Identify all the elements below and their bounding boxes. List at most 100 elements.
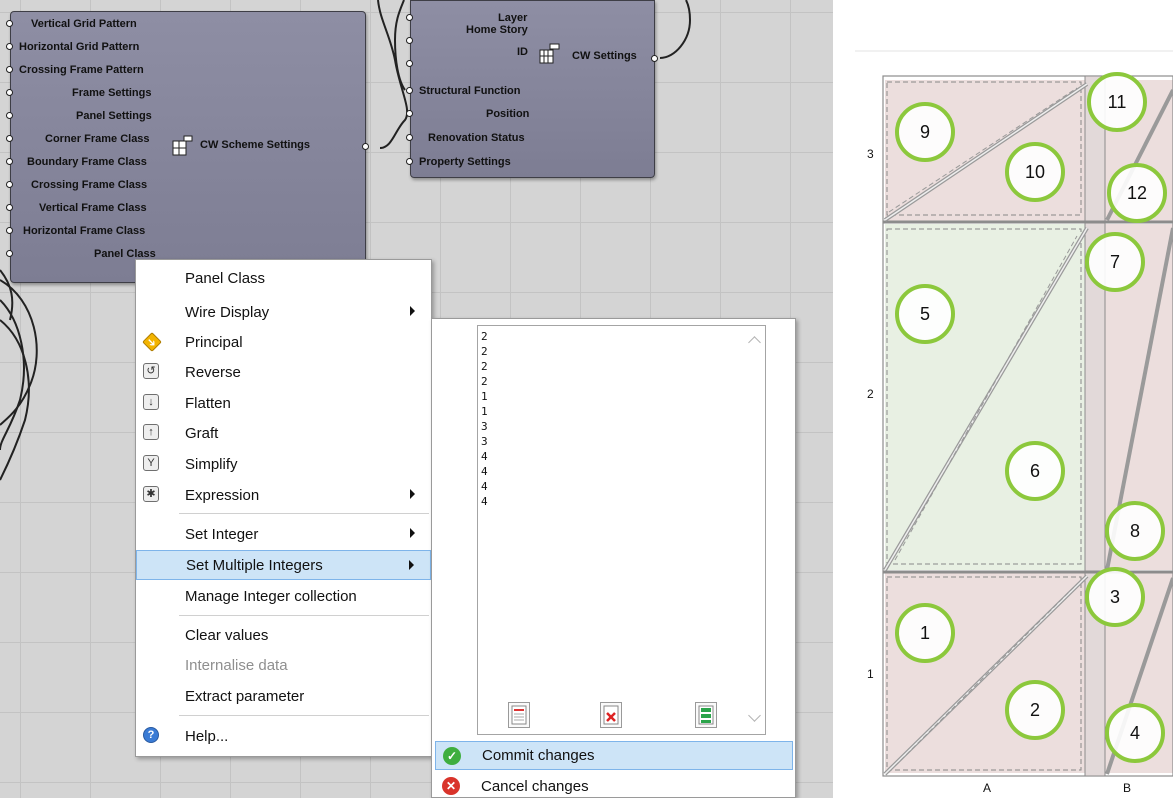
panel-marker-7: 7 xyxy=(1085,232,1145,292)
integer-value[interactable]: 3 xyxy=(481,419,488,434)
expression-icon: ✱ xyxy=(143,486,159,502)
panel-layout-diagram: 9 10 11 12 7 5 6 8 3 1 2 4 3 2 1 A B xyxy=(855,0,1173,798)
submenu-arrow-icon xyxy=(410,528,415,538)
input-port[interactable] xyxy=(6,135,13,142)
panel-marker-2: 2 xyxy=(1005,680,1065,740)
cancel-changes-button[interactable]: ✕ Cancel changes xyxy=(435,772,793,798)
cw-settings-component[interactable]: Layer Home Story ID Structural Function … xyxy=(406,0,658,178)
column-label-b: B xyxy=(1123,781,1132,795)
integer-value[interactable]: 2 xyxy=(481,359,488,374)
submenu-arrow-icon xyxy=(410,306,415,316)
menu-item-set-multiple-integers[interactable]: Set Multiple Integers xyxy=(136,550,431,580)
menu-item-graft[interactable]: ↑ Graft xyxy=(136,418,431,448)
input-port[interactable] xyxy=(6,227,13,234)
scroll-up-icon[interactable] xyxy=(748,336,761,349)
row-label-2: 2 xyxy=(867,387,874,401)
menu-item-manage-integer-collection[interactable]: Manage Integer collection xyxy=(136,581,431,611)
panel-marker-8: 8 xyxy=(1105,501,1165,561)
integer-value[interactable]: 1 xyxy=(481,404,488,419)
menu-separator xyxy=(179,715,429,716)
menu-item-principal[interactable]: ➔ Principal xyxy=(136,327,431,357)
menu-item-expression[interactable]: ✱ Expression xyxy=(136,480,431,510)
output-port[interactable] xyxy=(362,143,369,150)
submenu-arrow-icon xyxy=(409,560,414,570)
list-clear-icon xyxy=(511,705,527,725)
output-cw-settings: CW Settings xyxy=(572,50,637,62)
column-label-a: A xyxy=(983,781,992,795)
reverse-icon: ↺ xyxy=(143,363,159,379)
menu-item-help[interactable]: ? Help... xyxy=(136,721,431,751)
panel-marker-9: 9 xyxy=(895,102,955,162)
help-icon: ? xyxy=(143,727,159,743)
input-port[interactable] xyxy=(6,112,13,119)
curtain-wall-icon xyxy=(539,43,560,64)
integer-value[interactable]: 3 xyxy=(481,434,488,449)
panel-marker-1: 1 xyxy=(895,603,955,663)
output-cw-scheme-settings: CW Scheme Settings xyxy=(200,139,311,151)
menu-separator xyxy=(179,615,429,616)
menu-title-panel-class: Panel Class xyxy=(185,269,266,287)
input-port[interactable] xyxy=(406,14,413,21)
input-port[interactable] xyxy=(6,204,13,211)
menu-item-reverse[interactable]: ↺ Reverse xyxy=(136,357,431,387)
input-port[interactable] xyxy=(6,89,13,96)
panel-marker-6: 6 xyxy=(1005,441,1065,501)
flatten-icon: ↓ xyxy=(143,394,159,410)
integer-value[interactable]: 4 xyxy=(481,494,488,509)
input-port[interactable] xyxy=(406,87,413,94)
clear-list-button[interactable] xyxy=(508,702,530,728)
integer-value[interactable]: 4 xyxy=(481,449,488,464)
scroll-down-icon[interactable] xyxy=(748,709,761,722)
input-port[interactable] xyxy=(6,181,13,188)
input-port[interactable] xyxy=(406,110,413,117)
integer-value[interactable]: 4 xyxy=(481,479,488,494)
menu-item-clear-values[interactable]: Clear values xyxy=(136,620,431,650)
integer-value[interactable]: 1 xyxy=(481,389,488,404)
delete-icon xyxy=(603,705,619,725)
panel-marker-10: 10 xyxy=(1005,142,1065,202)
row-label-1: 1 xyxy=(867,667,874,681)
curtain-wall-scheme-icon xyxy=(172,135,193,156)
menu-item-extract-parameter[interactable]: Extract parameter xyxy=(136,681,431,711)
integer-value[interactable]: 2 xyxy=(481,344,488,359)
submenu-arrow-icon xyxy=(410,489,415,499)
set-multiple-integers-submenu: 2 2 2 2 1 1 3 3 4 4 4 4 ✓ Commit changes… xyxy=(431,318,796,798)
input-port[interactable] xyxy=(6,43,13,50)
input-port[interactable] xyxy=(406,134,413,141)
add-list-button[interactable] xyxy=(695,702,717,728)
input-port[interactable] xyxy=(6,66,13,73)
input-port[interactable] xyxy=(6,158,13,165)
cancel-x-icon: ✕ xyxy=(442,777,460,795)
output-port[interactable] xyxy=(651,55,658,62)
grasshopper-canvas[interactable]: Vertical Grid Pattern Horizontal Grid Pa… xyxy=(0,0,833,798)
integer-value[interactable]: 2 xyxy=(481,374,488,389)
graft-icon: ↑ xyxy=(143,424,159,440)
panel-marker-5: 5 xyxy=(895,284,955,344)
input-port[interactable] xyxy=(406,37,413,44)
menu-separator xyxy=(179,513,429,514)
menu-item-simplify[interactable]: Y Simplify xyxy=(136,449,431,479)
input-port[interactable] xyxy=(6,250,13,257)
panel-marker-4: 4 xyxy=(1105,703,1165,763)
menu-item-wire-display[interactable]: Wire Display xyxy=(136,297,431,327)
row-label-3: 3 xyxy=(867,147,874,161)
commit-changes-button[interactable]: ✓ Commit changes xyxy=(435,741,793,770)
list-add-icon xyxy=(698,705,714,725)
integer-value[interactable]: 4 xyxy=(481,464,488,479)
integer-value[interactable]: 2 xyxy=(481,329,488,344)
panel-marker-3: 3 xyxy=(1085,567,1145,627)
menu-item-flatten[interactable]: ↓ Flatten xyxy=(136,388,431,418)
cw-scheme-settings-component[interactable]: Vertical Grid Pattern Horizontal Grid Pa… xyxy=(6,11,369,283)
simplify-icon: Y xyxy=(143,455,159,471)
input-port[interactable] xyxy=(406,60,413,67)
panel-marker-12: 12 xyxy=(1107,163,1167,223)
delete-list-button[interactable] xyxy=(600,702,622,728)
integer-list-editor[interactable]: 2 2 2 2 1 1 3 3 4 4 4 4 xyxy=(477,325,766,735)
panel-marker-11: 11 xyxy=(1087,72,1147,132)
input-port[interactable] xyxy=(406,158,413,165)
menu-item-internalise-data: Internalise data xyxy=(185,656,288,674)
principal-icon: ➔ xyxy=(142,332,162,352)
input-port[interactable] xyxy=(6,20,13,27)
panel-class-context-menu: Panel Class Wire Display ➔ Principal ↺ R… xyxy=(135,259,432,757)
menu-item-set-integer[interactable]: Set Integer xyxy=(136,519,431,549)
